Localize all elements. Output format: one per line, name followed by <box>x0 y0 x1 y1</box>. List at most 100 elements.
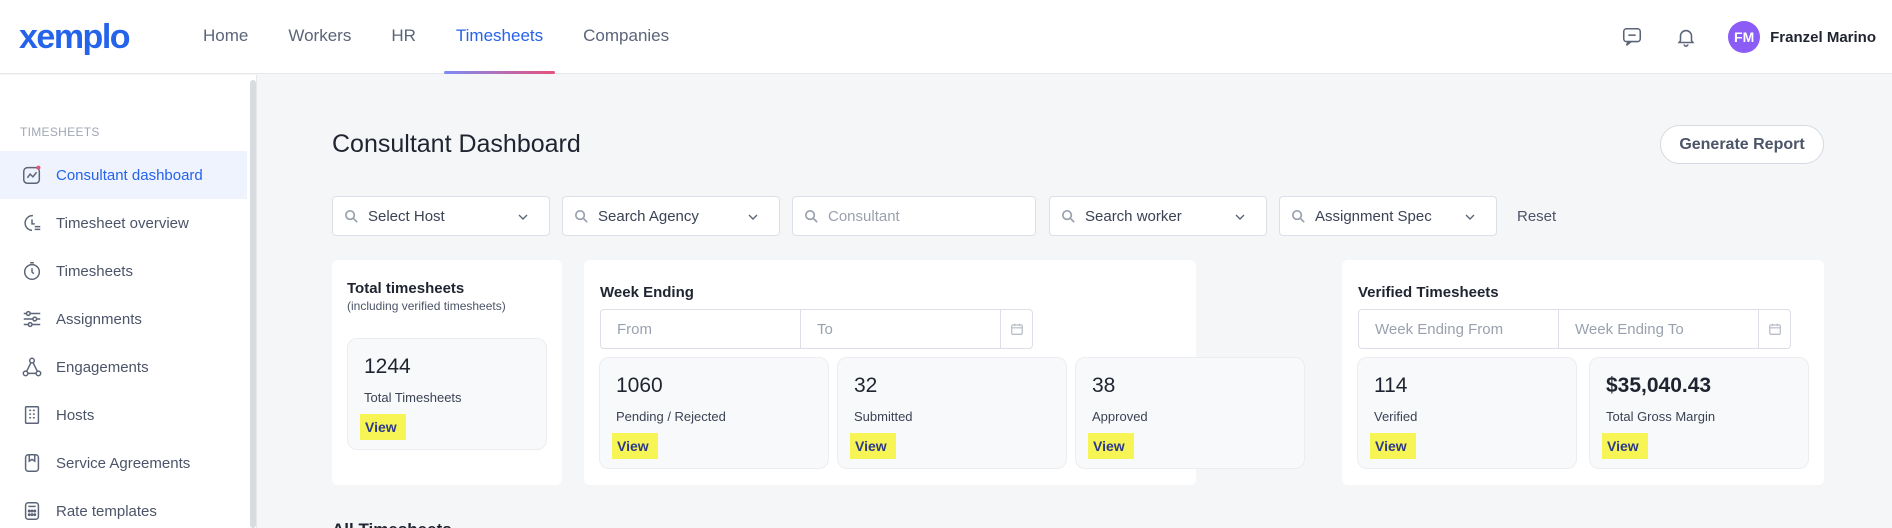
consultant-input[interactable] <box>828 207 1028 225</box>
stat-label: Pending / Rejected <box>616 409 726 424</box>
card-title: Total timesheets <box>347 280 465 297</box>
stat-label: Submitted <box>854 409 913 424</box>
view-total-timesheets-link[interactable]: View <box>360 414 406 440</box>
sidebar-section-header: TIMESHEETS <box>20 125 100 139</box>
sidebar-item-assignments[interactable]: Assignments <box>0 295 247 343</box>
search-worker-value: Search worker <box>1085 207 1182 225</box>
week-ending-card: Week Ending 1060 Pending / Rejected View… <box>584 260 1305 485</box>
all-timesheets-heading: All Timesheets <box>332 520 452 528</box>
card-subtitle: (including verified timesheets) <box>347 299 506 313</box>
approved-stat: 38 Approved View <box>1075 357 1305 469</box>
search-worker-dropdown[interactable]: Search worker <box>1049 196 1267 236</box>
week-ending-to-input[interactable] <box>1559 310 1758 348</box>
select-host-dropdown[interactable]: Select Host <box>332 196 550 236</box>
nav-hr[interactable]: HR <box>391 0 416 74</box>
nav-workers[interactable]: Workers <box>288 0 351 74</box>
bell-icon[interactable] <box>1674 25 1698 49</box>
building-icon <box>20 403 44 427</box>
week-ending-to-input[interactable] <box>801 310 1000 348</box>
sidebar-item-label: Hosts <box>56 406 95 424</box>
search-icon <box>1289 207 1307 225</box>
view-gross-margin-link[interactable]: View <box>1602 433 1648 459</box>
sidebar-item-label: Rate templates <box>56 502 157 520</box>
user-name[interactable]: Franzel Marino <box>1770 29 1876 46</box>
stat-value: 1244 <box>364 355 411 378</box>
stat-label: Approved <box>1092 409 1148 424</box>
sidebar-item-service-agreements[interactable]: Service Agreements <box>0 439 247 487</box>
clock-list-icon <box>20 211 44 235</box>
assignment-spec-value: Assignment Spec <box>1315 207 1432 225</box>
view-verified-link[interactable]: View <box>1370 433 1416 459</box>
assignment-spec-dropdown[interactable]: Assignment Spec <box>1279 196 1497 236</box>
top-icons: FM Franzel Marino <box>1620 0 1892 74</box>
card-title: Verified Timesheets <box>1358 284 1499 301</box>
chat-bubble-icon[interactable] <box>1620 25 1644 49</box>
search-icon <box>342 207 360 225</box>
week-ending-from-input[interactable] <box>601 310 800 348</box>
verified-stat: 114 Verified View <box>1357 357 1577 469</box>
sidebar-list: Consultant dashboard Timesheet overview … <box>0 151 247 528</box>
main-nav: Home Workers HR Timesheets Companies <box>203 0 709 74</box>
chevron-down-icon <box>1465 214 1475 220</box>
submitted-stat: 32 Submitted View <box>837 357 1067 469</box>
page-title: Consultant Dashboard <box>332 130 581 158</box>
stat-label: Total Timesheets <box>364 390 462 405</box>
nav-companies[interactable]: Companies <box>583 0 669 74</box>
bookmark-icon <box>20 451 44 475</box>
sidebar-item-hosts[interactable]: Hosts <box>0 391 247 439</box>
avatar[interactable]: FM <box>1728 21 1761 53</box>
chevron-down-icon <box>748 214 758 220</box>
search-agency-dropdown[interactable]: Search Agency <box>562 196 780 236</box>
calendar-icon[interactable] <box>1000 310 1032 348</box>
chevron-down-icon <box>518 214 528 220</box>
xemplo-logo[interactable]: xemplo <box>19 18 131 57</box>
total-timesheets-stat: 1244 Total Timesheets View <box>347 338 547 450</box>
gross-margin-stat: $35,040.43 Total Gross Margin View <box>1589 357 1809 469</box>
chart-line-icon <box>20 163 44 187</box>
sidebar-item-engagements[interactable]: Engagements <box>0 343 247 391</box>
stat-value: 114 <box>1374 374 1408 397</box>
calendar-icon[interactable] <box>1758 310 1790 348</box>
calculator-icon <box>20 499 44 523</box>
view-submitted-link[interactable]: View <box>850 433 896 459</box>
nav-home[interactable]: Home <box>203 0 248 74</box>
sidebar-scrollbar[interactable] <box>250 80 256 528</box>
search-icon <box>572 207 590 225</box>
search-icon <box>802 207 820 225</box>
stat-label: Total Gross Margin <box>1606 409 1716 424</box>
sidebar-item-label: Timesheets <box>56 262 133 280</box>
nav-timesheets[interactable]: Timesheets <box>443 0 556 74</box>
reset-filters-button[interactable]: Reset <box>1517 208 1556 225</box>
generate-report-button[interactable]: Generate Report <box>1660 125 1824 164</box>
search-icon <box>1059 207 1077 225</box>
week-ending-from-input[interactable] <box>1359 310 1558 348</box>
sidebar: TIMESHEETS Consultant dashboard Timeshee… <box>0 75 257 528</box>
timer-icon <box>20 259 44 283</box>
sidebar-item-label: Consultant dashboard <box>56 166 203 184</box>
card-title: Week Ending <box>600 284 694 301</box>
main-content: Consultant Dashboard Generate Report Sel… <box>258 75 1892 528</box>
stat-value: 32 <box>854 374 878 397</box>
view-approved-link[interactable]: View <box>1088 433 1134 459</box>
stat-value: 1060 <box>616 374 663 397</box>
network-icon <box>20 355 44 379</box>
sliders-icon <box>20 307 44 331</box>
sidebar-item-timesheets[interactable]: Timesheets <box>0 247 247 295</box>
sidebar-item-timesheet-overview[interactable]: Timesheet overview <box>0 199 247 247</box>
week-ending-date-range[interactable] <box>600 309 1033 349</box>
view-pending-rejected-link[interactable]: View <box>612 433 658 459</box>
sidebar-item-consultant-dashboard[interactable]: Consultant dashboard <box>0 151 247 199</box>
stat-value: $35,040.43 <box>1606 374 1712 397</box>
consultant-search-field[interactable] <box>792 196 1036 236</box>
sidebar-item-label: Engagements <box>56 358 149 376</box>
pending-rejected-stat: 1060 Pending / Rejected View <box>599 357 829 469</box>
sidebar-item-label: Timesheet overview <box>56 214 189 232</box>
top-bar: xemplo Home Workers HR Timesheets Compan… <box>0 0 1892 74</box>
verified-date-range[interactable] <box>1358 309 1791 349</box>
sidebar-item-label: Service Agreements <box>56 454 191 472</box>
search-agency-value: Search Agency <box>598 207 699 225</box>
total-timesheets-card: Total timesheets (including verified tim… <box>332 260 562 485</box>
stat-label: Verified <box>1374 409 1418 424</box>
sidebar-item-rate-templates[interactable]: Rate templates <box>0 487 247 528</box>
select-host-value: Select Host <box>368 207 445 225</box>
